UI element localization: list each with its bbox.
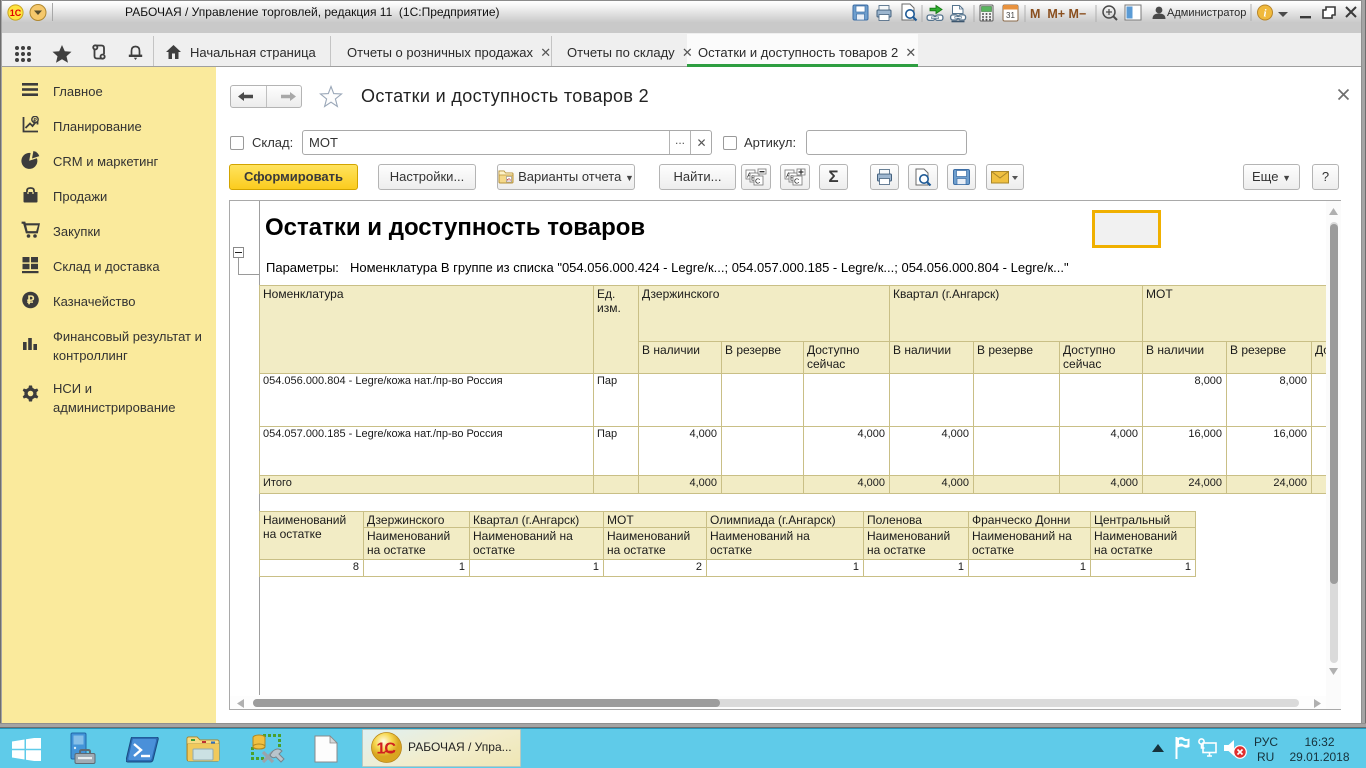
svg-text:₽: ₽ xyxy=(27,295,35,307)
svg-text:₽: ₽ xyxy=(33,117,37,124)
svg-text:31: 31 xyxy=(1006,11,1015,20)
svg-text:C: C xyxy=(755,177,761,186)
svg-text:C: C xyxy=(794,177,800,186)
svg-text:M M+ M−: M M+ M− xyxy=(1030,7,1086,21)
svg-text:1С: 1С xyxy=(377,741,397,758)
svg-text:1С: 1С xyxy=(10,8,22,18)
